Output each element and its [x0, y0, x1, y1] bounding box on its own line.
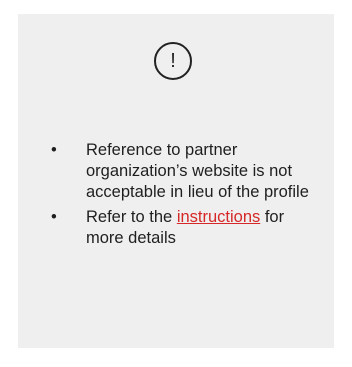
notice-text: Reference to partner organization’s webs…: [86, 141, 309, 201]
bullet-icon: •: [51, 141, 57, 159]
instructions-prefix: Refer to the: [86, 208, 177, 226]
instructions-link[interactable]: instructions: [177, 208, 260, 226]
exclamation-circle-icon: !: [154, 42, 192, 80]
exclamation-glyph: !: [170, 50, 176, 72]
notice-item-instructions: • Refer to the instructions for more det…: [48, 207, 310, 249]
notice-text: Refer to the instructions for more detai…: [86, 207, 310, 249]
notice-list: • Reference to partner organization’s we…: [48, 140, 310, 253]
notice-card: ! • Reference to partner organization’s …: [18, 14, 334, 348]
bullet-icon: •: [51, 208, 57, 226]
notice-item-partner-website: • Reference to partner organization’s we…: [48, 140, 310, 203]
